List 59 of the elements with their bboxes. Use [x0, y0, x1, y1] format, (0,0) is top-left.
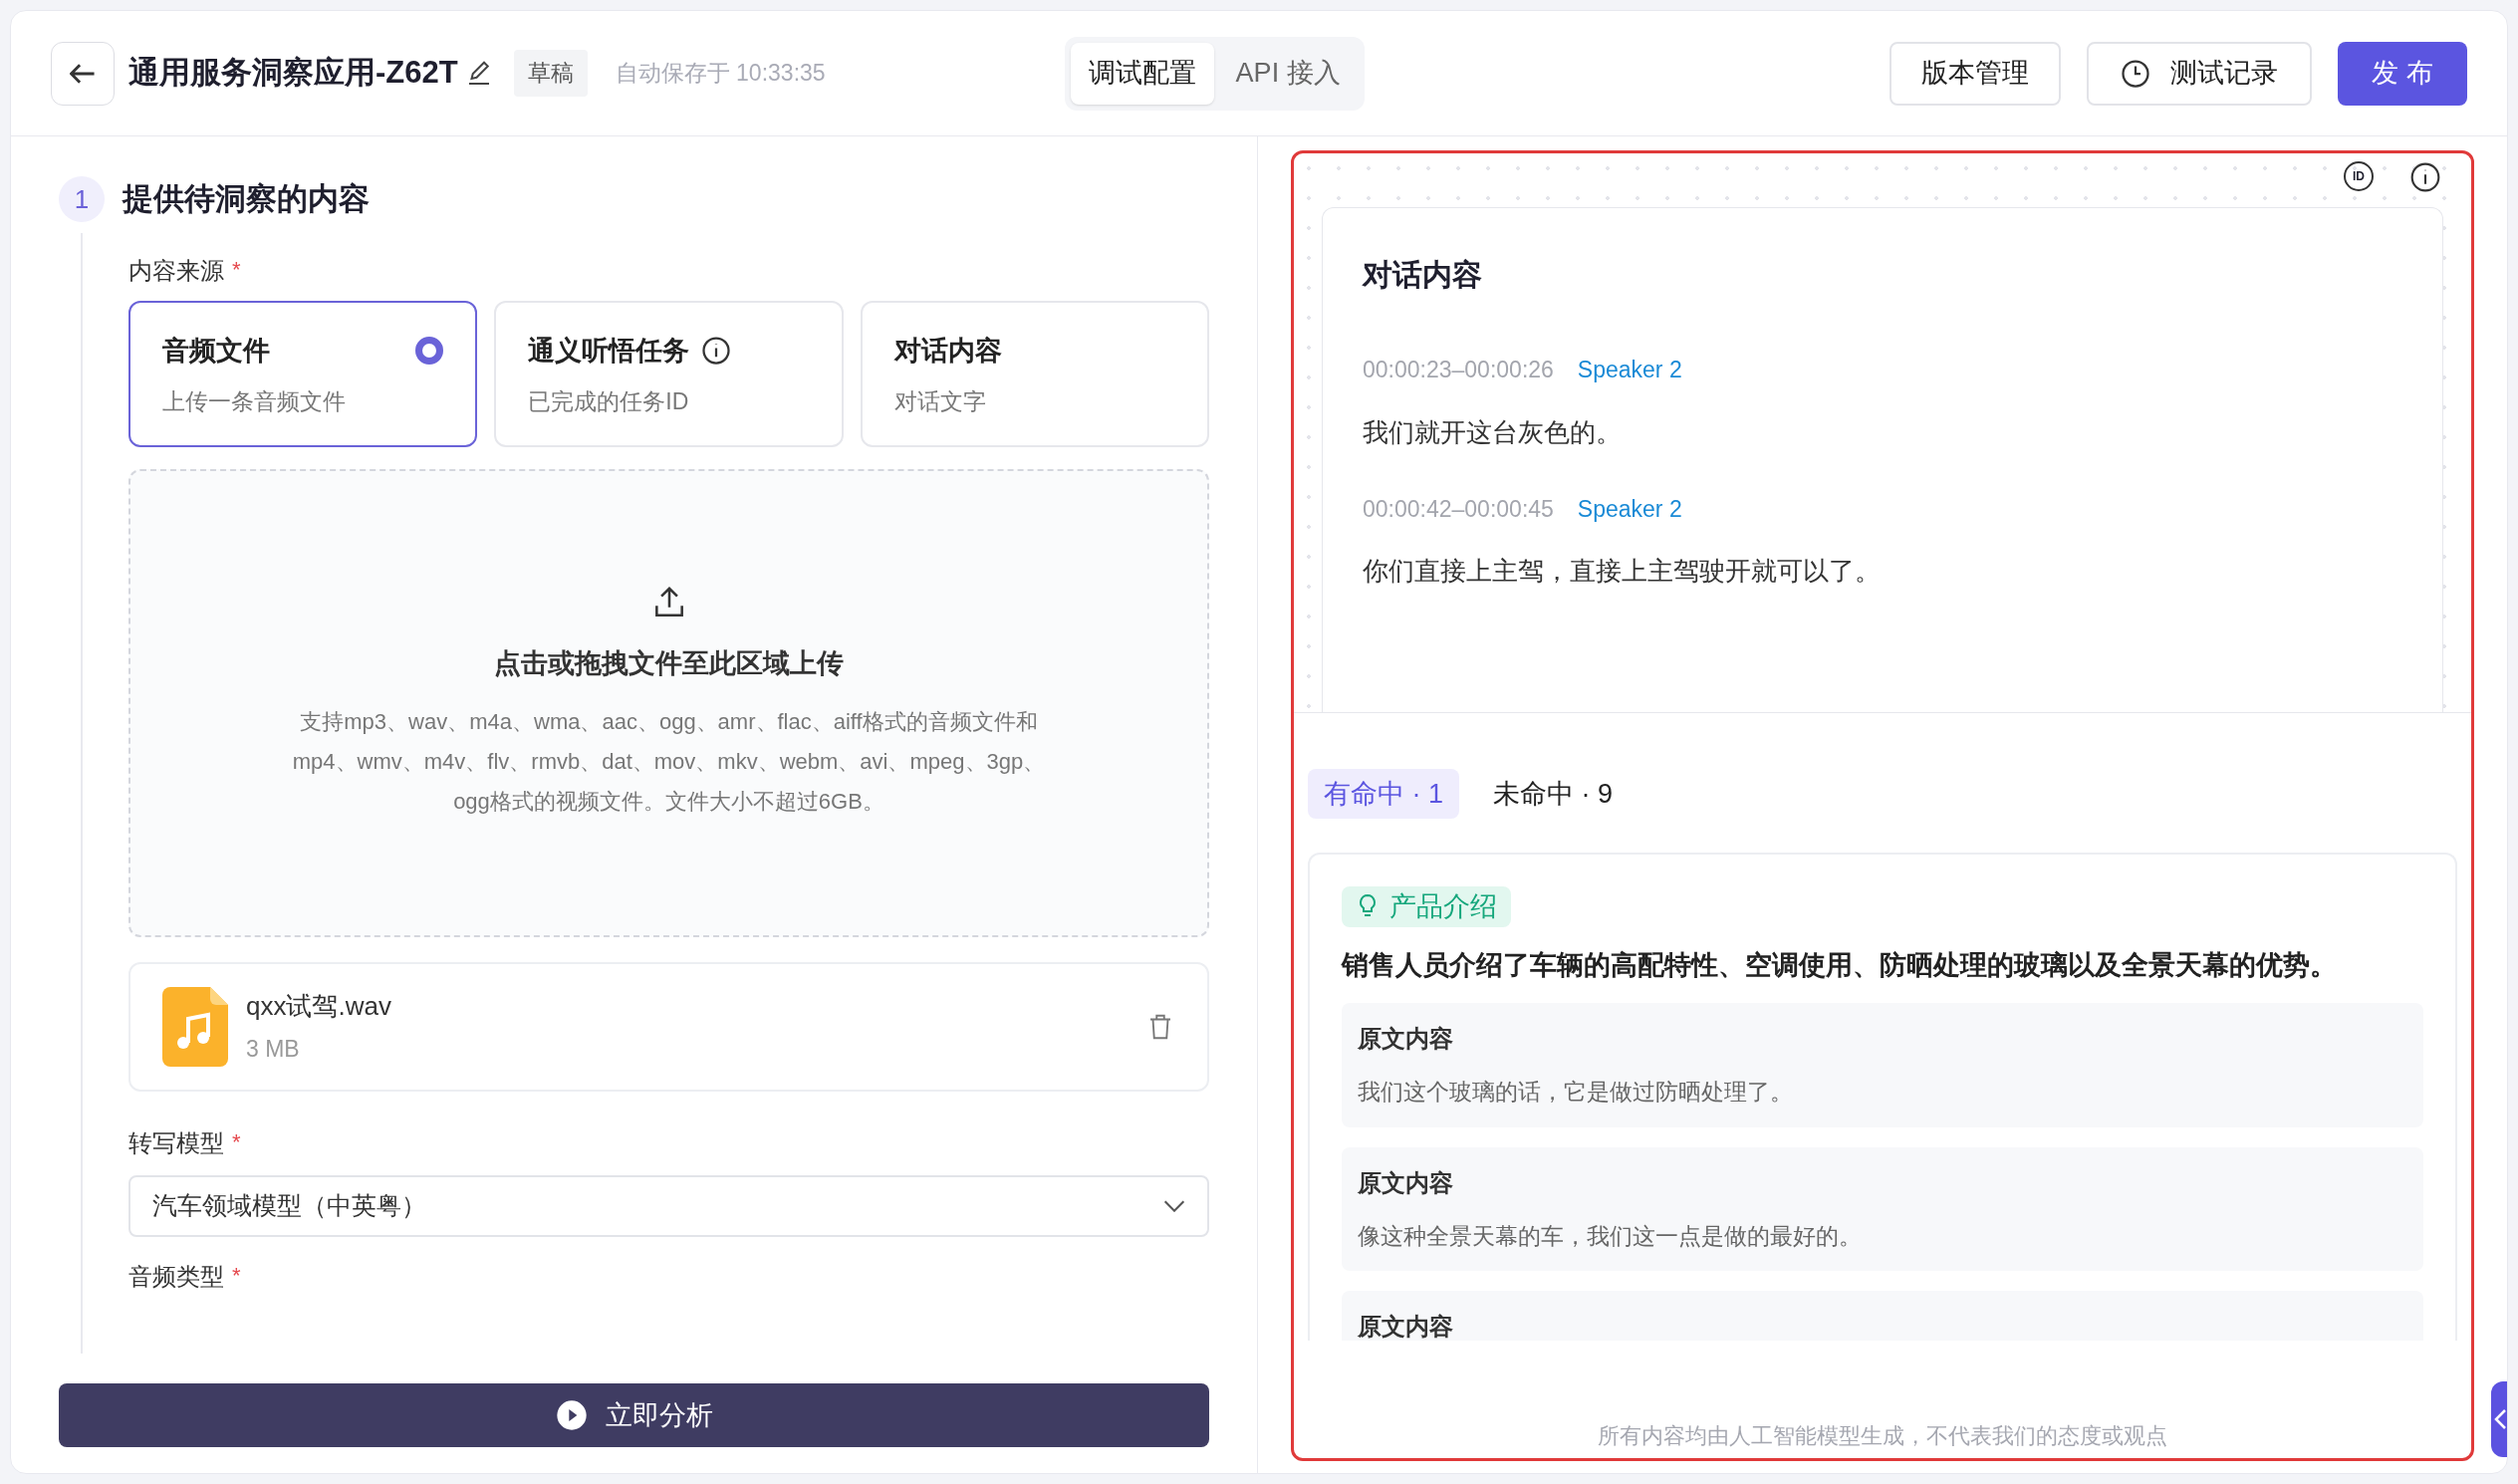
- hit-summary: 销售人员介绍了车辆的高配特性、空调使用、防晒处理的玻璃以及全景天幕的优势。: [1342, 948, 2338, 982]
- utterance-text: 你们直接上主驾，直接上主驾驶开就可以了。: [1363, 555, 1882, 588]
- file-size: 3 MB: [246, 1034, 301, 1064]
- option-title: 对话内容: [893, 334, 1002, 368]
- play-icon: [555, 1399, 588, 1431]
- upload-dropzone[interactable]: 点击或拖拽文件至此区域上传 支持mp3、wav、m4a、wma、aac、ogg、amr、flac、aiff格式的音频文件和mp4、wmv、m4v、flv、rmvb、dat、mov、mkv、webm、avi、mpeg、3gp、ogg格式的视频文件。文件大小不超过6GB。: [128, 468, 1209, 937]
- timestamp: 00:00:23–00:00:26: [1363, 356, 1554, 384]
- step-title: 提供待洞察的内容: [123, 180, 370, 218]
- option-title: 通义听悟任务: [528, 334, 690, 368]
- upload-hint: 支持mp3、wav、m4a、wma、aac、ogg、amr、flac、aiff格式的音频文件和mp4、wmv、m4v、flv、rmvb、dat、mov、mkv、webm、avi、mpeg、3gp、ogg格式的视频文件。文件大小不超过6GB。: [291, 707, 1047, 816]
- arrow-left-icon: [70, 62, 96, 85]
- model-select[interactable]: 汽车领域模型（中英粤）: [128, 1174, 1209, 1237]
- draft-tag: 草稿: [513, 50, 588, 97]
- utterance-text: 我们就开这台灰色的。: [1363, 415, 1623, 449]
- info-icon[interactable]: [701, 335, 732, 366]
- clock-icon: [2121, 58, 2151, 89]
- file-name: qxx试驾.wav: [246, 989, 391, 1023]
- upload-title: 点击或拖拽文件至此区域上传: [494, 647, 844, 681]
- field-label: 转写模型: [128, 1127, 224, 1158]
- mode-tab[interactable]: API 接入: [1217, 42, 1359, 105]
- speaker-label: Speaker 2: [1577, 494, 1682, 524]
- chevron-down-icon: [1163, 1199, 1185, 1212]
- quote-label: 原文内容: [1358, 1024, 1454, 1054]
- analyze-button[interactable]: 立即分析: [59, 1383, 1209, 1447]
- quote-label: 原文内容: [1358, 1167, 1454, 1198]
- step-number: 1: [59, 176, 105, 223]
- version-button[interactable]: 版本管理: [1889, 41, 2062, 106]
- test-history-button[interactable]: 测试记录: [2087, 41, 2313, 106]
- speaker-label: Speaker 2: [1577, 356, 1682, 384]
- option-subtitle: 对话文字: [893, 387, 987, 416]
- info-icon[interactable]: [2409, 161, 2441, 193]
- timestamp: 00:00:42–00:00:45: [1363, 494, 1554, 524]
- dialogue-title: 对话内容: [1363, 257, 1483, 293]
- option-subtitle: 上传一条音频文件: [162, 387, 347, 416]
- app-title: 通用服务洞察应用-Z62T: [128, 54, 458, 93]
- required-mark: *: [232, 1127, 241, 1156]
- required-mark: *: [232, 1261, 241, 1290]
- hit-tab[interactable]: 有命中 · 1: [1308, 769, 1459, 819]
- category-tag: 产品介绍: [1342, 886, 1511, 927]
- hit-tab[interactable]: 未命中 · 9: [1487, 769, 1620, 819]
- source-option[interactable]: 对话内容 对话文字: [860, 300, 1209, 447]
- music-file-icon: [162, 986, 228, 1067]
- option-subtitle: 已完成的任务ID: [528, 387, 690, 416]
- quote-label: 原文内容: [1358, 1312, 1454, 1341]
- option-title: 音频文件: [162, 334, 270, 368]
- back-button[interactable]: [51, 41, 115, 106]
- disclaimer-text: 所有内容均由人工智能模型生成，不代表我们的态度或观点: [1597, 1422, 2168, 1450]
- quote-text: 像这种全景天幕的车，我们这一点是做的最好的。: [1358, 1221, 1863, 1251]
- field-label: 内容来源: [128, 255, 224, 286]
- publish-button[interactable]: 发 布: [2338, 41, 2467, 106]
- autosave-text: 自动保存于 10:33:35: [615, 59, 826, 89]
- radio-selected[interactable]: [415, 336, 444, 365]
- field-label: 音频类型: [128, 1261, 224, 1292]
- id-button[interactable]: ID: [2344, 161, 2374, 191]
- mode-tab[interactable]: 调试配置: [1070, 42, 1214, 105]
- required-mark: *: [232, 255, 241, 284]
- source-option[interactable]: 通义听悟任务 已完成的任务ID: [494, 300, 844, 447]
- source-option[interactable]: 音频文件 上传一条音频文件: [128, 300, 478, 447]
- quote-text: 我们这个玻璃的话，它是做过防晒处理了。: [1358, 1078, 1794, 1107]
